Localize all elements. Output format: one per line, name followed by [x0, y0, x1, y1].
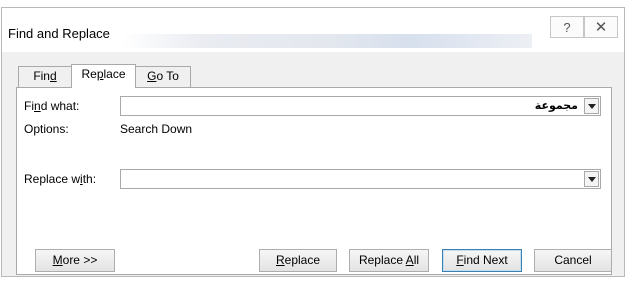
background-blur [122, 34, 532, 48]
replace-button[interactable]: Replace [259, 249, 337, 272]
close-icon: ✕ [594, 19, 608, 36]
find-what-value: مجموعة [534, 99, 578, 112]
find-dropdown-button[interactable] [584, 98, 599, 114]
help-icon: ? [563, 19, 571, 35]
find-what-combo[interactable]: مجموعة [120, 96, 601, 116]
title-bar[interactable]: Find and Replace ? ✕ [2, 8, 624, 52]
help-button[interactable]: ? [550, 16, 584, 38]
options-value: Search Down [120, 122, 193, 136]
cancel-button[interactable]: Cancel [534, 249, 612, 272]
replace-dropdown-button[interactable] [584, 171, 599, 187]
window-title: Find and Replace [8, 26, 110, 41]
tab-goto[interactable]: Go To [135, 66, 191, 87]
find-replace-dialog: Find and Replace ? ✕ Find Replace Go To … [1, 7, 625, 277]
replace-with-label: Replace with: [24, 172, 97, 186]
tab-replace[interactable]: Replace [71, 64, 136, 88]
replace-panel: Find what: مجموعة Options: Search Down R… [16, 87, 612, 275]
replace-all-button[interactable]: Replace All [349, 249, 429, 272]
find-what-label: Find what: [24, 99, 80, 113]
close-button[interactable]: ✕ [584, 16, 618, 38]
chevron-down-icon [587, 103, 596, 109]
options-label: Options: [24, 122, 69, 136]
tab-find[interactable]: Find [18, 66, 72, 87]
find-next-button[interactable]: Find Next [442, 249, 522, 272]
chevron-down-icon [587, 176, 596, 182]
replace-with-combo[interactable] [120, 169, 601, 189]
more-button[interactable]: More >> [35, 249, 115, 272]
